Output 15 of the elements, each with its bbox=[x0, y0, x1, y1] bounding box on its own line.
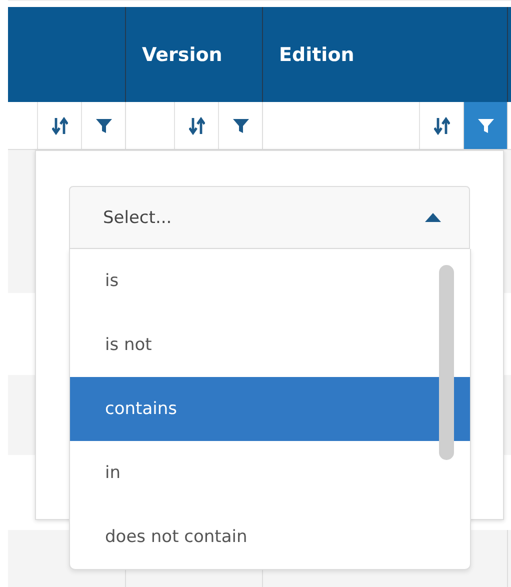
dropdown-option[interactable]: is bbox=[70, 249, 470, 313]
dropdown-option[interactable]: is not bbox=[70, 313, 470, 377]
dropdown-option[interactable]: contains bbox=[70, 377, 470, 441]
filter-icon bbox=[232, 118, 248, 134]
filter-icon bbox=[96, 118, 112, 134]
sort-icon bbox=[188, 116, 204, 136]
filter-button[interactable] bbox=[463, 102, 507, 149]
sort-icon bbox=[52, 116, 68, 136]
dropdown-option[interactable]: does not contain bbox=[70, 505, 470, 569]
sort-icon bbox=[434, 116, 450, 136]
scrollbar[interactable] bbox=[439, 265, 454, 460]
dropdown-option[interactable]: in bbox=[70, 441, 470, 505]
filter-icon bbox=[478, 118, 494, 134]
operator-select[interactable]: Select... bbox=[69, 186, 470, 249]
caret-icon bbox=[425, 213, 441, 222]
